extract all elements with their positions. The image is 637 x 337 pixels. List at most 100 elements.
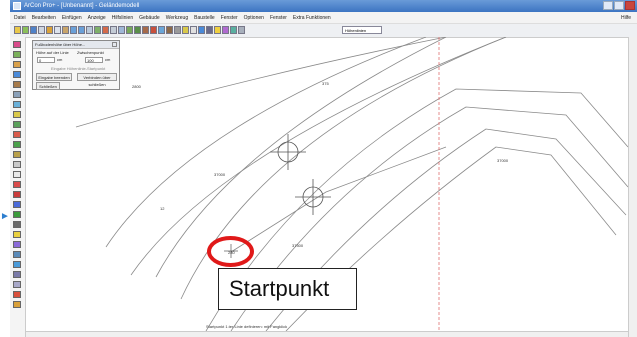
menu-item-einfuegen[interactable]: Einfügen [62,12,82,23]
menu-item-optionen[interactable]: Optionen [244,12,264,23]
menu-item-datei[interactable]: Datei [14,12,26,23]
plant-tool-icon[interactable] [13,211,21,218]
delete-tool-icon[interactable] [13,291,21,298]
menu-item-hilfslinien[interactable]: Hilfslinien [112,12,133,23]
menu-item-anzeige[interactable]: Anzeige [88,12,106,23]
close-button[interactable] [625,1,635,10]
height-input-right[interactable]: 100 [85,57,103,63]
close-panel-button[interactable]: Schließen [36,82,60,90]
layer-icon[interactable] [126,26,133,34]
rect-tool-icon[interactable] [13,61,21,68]
move-tool-icon[interactable] [13,251,21,258]
door-icon[interactable] [166,26,173,34]
menu-item-werkzeug[interactable]: Werkzeug [166,12,188,23]
text-icon[interactable] [190,26,197,34]
vertical-scrollbar[interactable] [628,37,637,337]
print-icon[interactable] [38,26,45,34]
maximize-button[interactable] [614,1,624,10]
contour-label: 2800 [132,84,141,89]
furniture-tool-icon[interactable] [13,201,21,208]
mirror-tool-icon[interactable] [13,271,21,278]
app-icon [13,2,21,10]
contour-line-6 [130,37,507,276]
finish-input-button[interactable]: Eingabe beenden [36,73,72,81]
roof-icon[interactable] [150,26,157,34]
terrain-tool-icon[interactable] [13,141,21,148]
copy-icon[interactable] [54,26,61,34]
copy-tool-icon[interactable] [13,281,21,288]
paste-icon[interactable] [62,26,69,34]
light-tool-icon[interactable] [13,231,21,238]
pointer-arrow-icon: ► [0,211,10,222]
view-2d-icon[interactable] [94,26,101,34]
render-icon[interactable] [198,26,205,34]
dimension-tool-icon[interactable] [13,161,21,168]
stair-tool-icon[interactable] [13,121,21,128]
menu-item-bearbeiten[interactable]: Bearbeiten [32,12,56,23]
grid-icon[interactable] [110,26,117,34]
terrain-icon[interactable] [134,26,141,34]
camera-tool-icon[interactable] [13,221,21,228]
wall-tool-icon[interactable] [13,81,21,88]
room-tool-icon[interactable] [13,191,21,198]
toolbar: Höhenlinien [10,24,637,38]
panel-close-icon[interactable] [112,42,117,47]
rotate-tool-icon[interactable] [13,261,21,268]
camera-icon[interactable] [206,26,213,34]
measure-icon[interactable] [182,26,189,34]
layer-select[interactable]: Höhenlinien [342,26,382,34]
panel-title: Fußbodenhöhe über Höhe... [33,41,119,49]
title-bar: ArCon Pro+ - [Unbenannt] - Geländemodell [10,0,637,12]
close-connection-button[interactable]: Verbinden über schließen [77,73,117,87]
contour-tool-icon[interactable] [13,151,21,158]
minimize-button[interactable] [603,1,613,10]
menu-bar: Datei Bearbeiten Einfügen Anzeige Hilfsl… [10,12,637,24]
settings-icon[interactable] [238,26,245,34]
pipette-tool-icon[interactable] [13,301,21,308]
menu-item-extra[interactable]: Extra Funktionen [293,12,331,23]
option-height-on-line[interactable]: Höhe auf der Linie [36,50,69,55]
height-input-left[interactable]: 0 [37,57,55,63]
menu-item-hilfe[interactable]: Hilfe [621,12,631,24]
undo-icon[interactable] [70,26,77,34]
crosshair-marker-1 [270,134,306,170]
window-tool-icon[interactable] [13,101,21,108]
wall-icon[interactable] [142,26,149,34]
light-icon[interactable] [214,26,221,34]
view-3d-icon[interactable] [102,26,109,34]
column-tool-icon[interactable] [13,91,21,98]
horizontal-scrollbar[interactable] [26,331,628,337]
contour-line-2 [155,37,447,278]
window-title: ArCon Pro+ - [Unbenannt] - Geländemodell [24,3,140,9]
contour-label: 12 [160,206,165,211]
roof-tool-icon[interactable] [13,131,21,138]
text-tool-icon[interactable] [13,171,21,178]
open-icon[interactable] [22,26,29,34]
menu-item-fenster-2[interactable]: Fenster [270,12,287,23]
menu-item-gebaeude[interactable]: Gebäude [139,12,160,23]
object-icon[interactable] [230,26,237,34]
contour-label: 37500 [292,243,304,248]
door-tool-icon[interactable] [13,111,21,118]
group-tool-icon[interactable] [13,241,21,248]
snap-icon[interactable] [118,26,125,34]
select-tool-icon[interactable] [13,41,21,48]
new-icon[interactable] [14,26,21,34]
zoom-icon[interactable] [86,26,93,34]
menu-item-fenster[interactable]: Fenster [221,12,238,23]
contour-input-panel: Fußbodenhöhe über Höhe... Höhe auf der L… [32,40,120,90]
menu-item-baustelle[interactable]: Baustelle [194,12,215,23]
option-start-point[interactable]: Eingabe Höhenlinie-Startpunkt [51,66,105,71]
line-tool-icon[interactable] [13,51,21,58]
circle-tool-icon[interactable] [13,71,21,78]
window-icon[interactable] [158,26,165,34]
material-icon[interactable] [222,26,229,34]
cut-icon[interactable] [46,26,53,34]
redo-icon[interactable] [78,26,85,34]
contour-label: 37000 [214,172,226,177]
stairs-icon[interactable] [174,26,181,34]
hatch-tool-icon[interactable] [13,181,21,188]
contour-label: 375 [322,81,329,86]
option-intermediate-point[interactable]: Zwischenpunkt [77,50,104,55]
save-icon[interactable] [30,26,37,34]
